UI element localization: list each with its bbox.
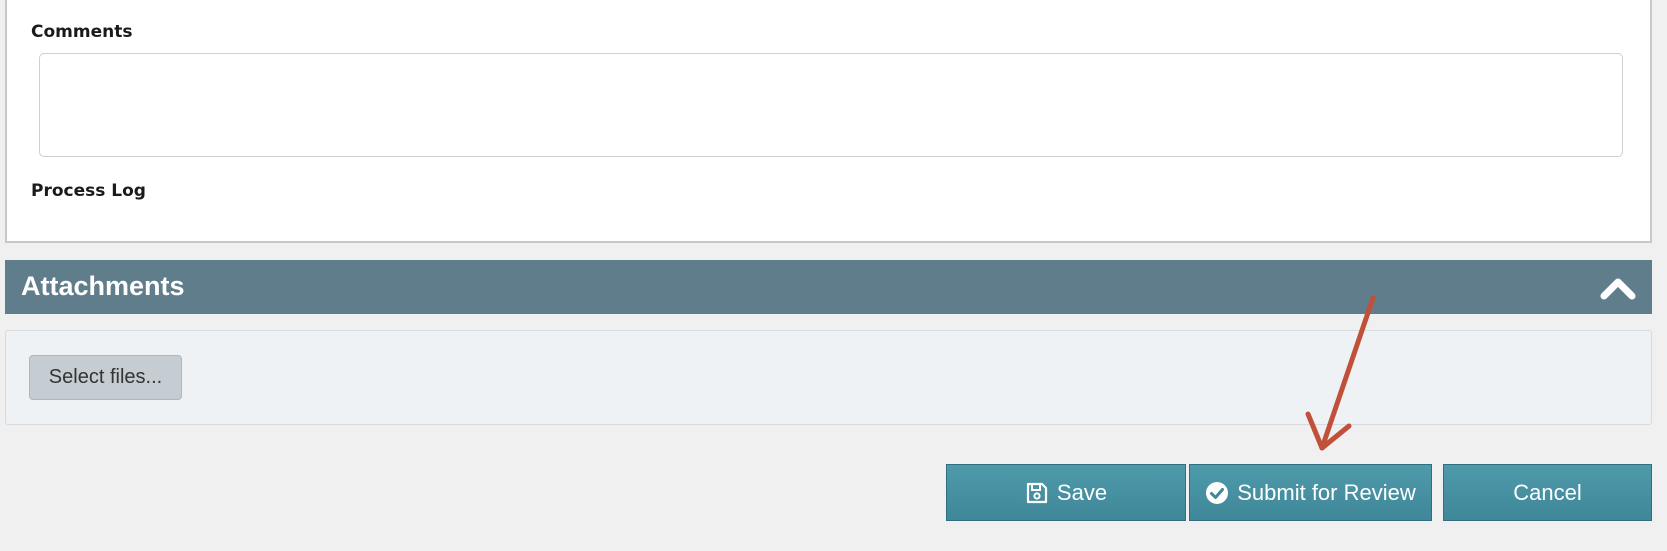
comments-textarea[interactable] bbox=[39, 53, 1623, 157]
submit-for-review-label: Submit for Review bbox=[1237, 479, 1416, 505]
cancel-button[interactable]: Cancel bbox=[1443, 464, 1652, 521]
attachments-body: Select files... bbox=[5, 330, 1652, 425]
attachments-header: Attachments bbox=[5, 260, 1652, 314]
cancel-label: Cancel bbox=[1513, 479, 1582, 505]
comments-panel: Comments Process Log bbox=[5, 0, 1652, 243]
save-label: Save bbox=[1056, 479, 1108, 505]
attachments-title: Attachments bbox=[21, 271, 185, 301]
process-log-label: Process Log bbox=[31, 181, 146, 201]
save-button[interactable]: Save bbox=[946, 464, 1186, 521]
floppy-disk-icon bbox=[1025, 481, 1049, 505]
chevron-up-icon[interactable] bbox=[1600, 273, 1636, 301]
submit-for-review-button[interactable]: Submit for Review bbox=[1189, 464, 1432, 521]
page: Comments Process Log Attachments Select … bbox=[0, 0, 1667, 551]
comments-label: Comments bbox=[31, 22, 133, 42]
check-circle-icon bbox=[1205, 481, 1229, 505]
select-files-button[interactable]: Select files... bbox=[29, 355, 182, 400]
